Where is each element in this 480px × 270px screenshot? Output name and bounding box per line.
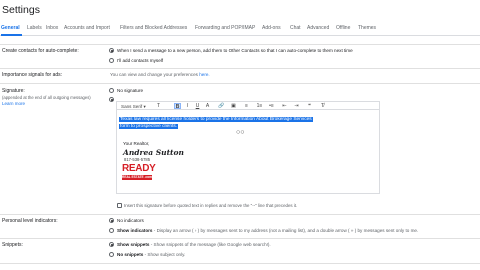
- font-size-icon[interactable]: T: [155, 103, 162, 109]
- italic-icon[interactable]: I: [184, 103, 191, 109]
- insert-before-quoted-label[interactable]: Insert this signature before quoted text…: [124, 203, 297, 208]
- personal-indicators-label: Personal level indicators:: [2, 218, 58, 224]
- show-indicators-option[interactable]: Show indicators - Display an arrow ( › )…: [117, 228, 418, 233]
- show-snippets-description: - Show snippets of the message (like Goo…: [149, 242, 271, 247]
- importance-here-link[interactable]: here.: [199, 72, 209, 77]
- remove-formatting-icon[interactable]: T̸: [319, 103, 326, 109]
- bulleted-list-icon[interactable]: •≡: [268, 103, 275, 109]
- importance-label: Importance signals for ads:: [2, 72, 63, 78]
- link-icon[interactable]: 🔗: [218, 103, 225, 109]
- tab-offline[interactable]: Offline: [336, 25, 350, 31]
- signature-regards: Your Realtor,: [123, 141, 150, 146]
- tab-accounts-and-import[interactable]: Accounts and Import: [64, 25, 110, 31]
- tab-inbox[interactable]: Inbox: [46, 25, 58, 31]
- contacts-label: Create contacts for auto-complete:: [2, 48, 79, 54]
- signature-label: Signature:: [2, 88, 25, 94]
- highlighted-text-line-1[interactable]: Texas law requires all license holders t…: [119, 117, 313, 122]
- show-snippets-radio[interactable]: [109, 242, 114, 247]
- show-snippets-title: Show snippets: [117, 242, 150, 247]
- tab-filters-and-blocked-addresses[interactable]: Filters and Blocked Addresses: [120, 25, 187, 31]
- show-indicators-title: Show indicators: [117, 228, 153, 233]
- divider: [0, 263, 480, 264]
- importance-text-prefix: You can view and change your preferences: [110, 72, 200, 77]
- show-snippets-option[interactable]: Show snippets - Show snippets of the mes…: [117, 242, 271, 247]
- show-indicators-description: - Display an arrow ( › ) by messages sen…: [152, 228, 419, 233]
- tab-add-ons[interactable]: Add-ons: [262, 25, 281, 31]
- divider: [0, 83, 480, 84]
- no-snippets-title: No snippets: [117, 252, 144, 257]
- divider: [0, 214, 480, 215]
- no-snippets-radio[interactable]: [109, 252, 114, 257]
- divider: [0, 238, 480, 239]
- signature-radio[interactable]: [109, 97, 114, 102]
- signature-phone: 817-538-5785: [124, 157, 151, 162]
- font-family-select[interactable]: Sans Serif ▾: [121, 104, 146, 110]
- contacts-manual-radio[interactable]: [109, 58, 114, 63]
- text-color-icon[interactable]: A: [204, 103, 211, 109]
- tab-themes[interactable]: Themes: [358, 25, 376, 31]
- page-title: Settings: [2, 4, 40, 16]
- highlighted-text-line-2[interactable]: form to prospective clients.: [119, 123, 179, 129]
- insert-before-quoted-checkbox[interactable]: [117, 203, 122, 208]
- tab-advanced[interactable]: Advanced: [307, 25, 329, 31]
- ready-real-estate-logo: READY REAL ESTATE .com: [122, 164, 156, 182]
- importance-text: You can view and change your preferences…: [110, 72, 210, 77]
- no-indicators-radio[interactable]: [109, 218, 114, 223]
- signature-name: Andrea Sutton: [123, 148, 184, 157]
- logo-bottom-text: REAL ESTATE .com: [122, 175, 152, 180]
- show-indicators-radio[interactable]: [109, 228, 114, 233]
- tab-general[interactable]: General: [1, 25, 20, 31]
- tab-forwarding-and-pop-imap[interactable]: Forwarding and POP/IMAP: [195, 25, 255, 31]
- contacts-manual-option[interactable]: I'll add contacts myself: [117, 58, 163, 63]
- no-indicators-option[interactable]: No indicators: [117, 218, 144, 223]
- indent-more-icon[interactable]: ⇥: [293, 103, 300, 109]
- numbered-list-icon[interactable]: 1≡: [256, 103, 263, 109]
- no-snippets-description: - Show subject only.: [143, 252, 186, 257]
- snippets-label: Snippets:: [2, 242, 23, 248]
- signature-toolbar: Sans Serif ▾ T B I U A 🔗 ▣ ≡ 1≡ •≡ ⇤ ⇥ ❝…: [116, 101, 380, 110]
- chevron-down-icon: ▾: [143, 103, 146, 109]
- no-snippets-option[interactable]: No snippets - Show subject only.: [117, 252, 185, 257]
- image-icon[interactable]: ▣: [230, 103, 237, 109]
- align-icon[interactable]: ≡: [243, 103, 250, 109]
- no-signature-option[interactable]: No signature: [117, 88, 143, 93]
- indent-less-icon[interactable]: ⇤: [281, 103, 288, 109]
- no-signature-radio[interactable]: [109, 88, 114, 93]
- contacts-auto-radio[interactable]: [109, 48, 114, 53]
- image-resize-handles-icon: ○○: [236, 129, 245, 136]
- learn-more-link[interactable]: Learn more: [2, 101, 25, 106]
- quote-icon[interactable]: ❝: [306, 103, 313, 109]
- logo-top-text: READY: [122, 163, 156, 174]
- settings-tabs: General Labels Inbox Accounts and Import…: [0, 24, 480, 36]
- active-tab-indicator: [1, 34, 22, 36]
- signature-sub-label: (appended at the end of all outgoing mes…: [2, 95, 91, 100]
- contacts-auto-option[interactable]: When I send a message to a new person, a…: [117, 48, 353, 53]
- underline-icon[interactable]: U: [194, 103, 201, 109]
- tab-labels[interactable]: Labels: [27, 25, 42, 31]
- divider: [0, 68, 480, 69]
- tab-chat[interactable]: Chat: [290, 25, 301, 31]
- divider: [0, 44, 480, 45]
- font-family-value: Sans Serif: [121, 103, 143, 109]
- bold-icon[interactable]: B: [174, 103, 181, 110]
